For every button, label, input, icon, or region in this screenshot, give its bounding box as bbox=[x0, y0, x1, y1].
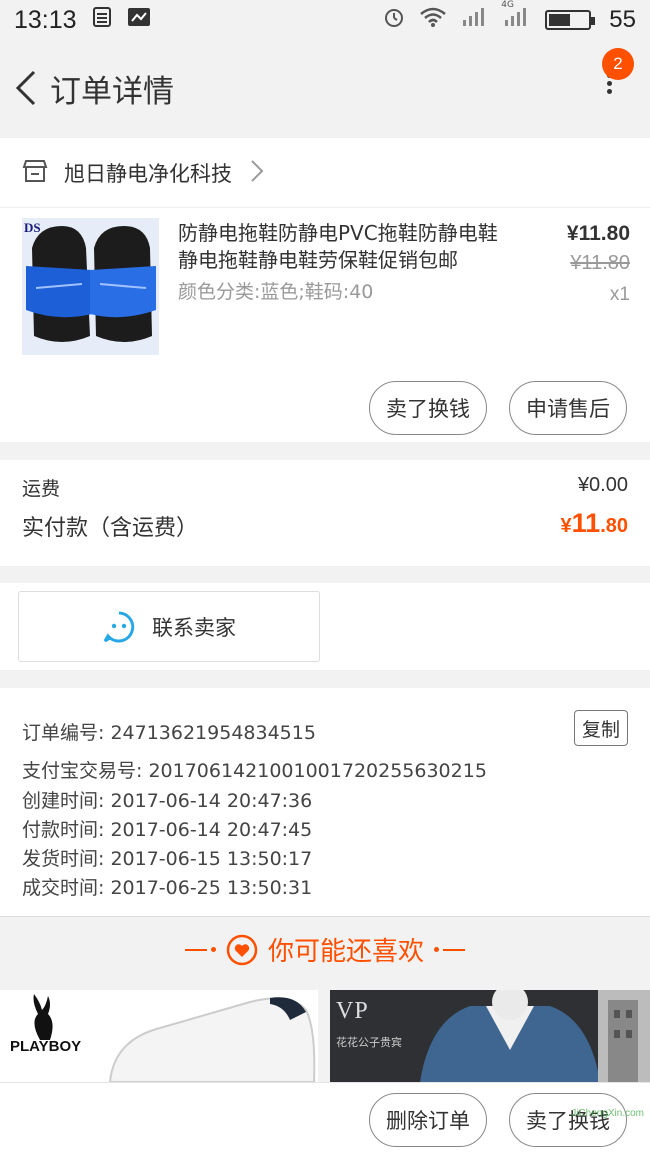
order-number: 订单编号: 24713621954834515 bbox=[22, 722, 316, 744]
fee-summary: 运费 ¥0.00 实付款（含运费） ¥11.80 bbox=[0, 460, 650, 566]
image-notification-icon bbox=[127, 6, 151, 34]
paid-label: 实付款（含运费） bbox=[22, 516, 199, 541]
denim-jacket-image bbox=[420, 990, 600, 1082]
divider-left bbox=[184, 947, 216, 952]
building-image bbox=[598, 990, 650, 1082]
status-bar: 13:13 4G 55 bbox=[0, 0, 650, 40]
nav-bar: 订单详情 2 bbox=[0, 40, 650, 136]
bottom-sell-button[interactable]: 卖了换钱 bbox=[509, 1093, 627, 1147]
chevron-right-icon bbox=[250, 159, 264, 187]
network-type: 4G bbox=[501, 0, 514, 10]
site-watermark: JiChengXin.com bbox=[571, 1108, 644, 1119]
paid-decimal: .80 bbox=[600, 515, 628, 537]
recommend-item[interactable]: PLAYBOY bbox=[0, 990, 318, 1082]
shipping-label: 运费 bbox=[22, 478, 61, 500]
sim-card-icon bbox=[91, 6, 113, 34]
recommend-title: 你可能还喜欢 bbox=[267, 937, 424, 967]
item-sku: 颜色分类:蓝色;鞋码:40 bbox=[178, 281, 374, 303]
paid-currency: ¥ bbox=[560, 515, 572, 537]
shop-row[interactable]: 旭日静电净化科技 bbox=[0, 138, 650, 208]
completed-time: 成交时间: 2017-06-25 13:50:31 bbox=[22, 877, 313, 899]
paid-time: 付款时间: 2017-06-14 20:47:45 bbox=[22, 819, 313, 841]
recommend-item[interactable]: VP 花花公子贵宾 bbox=[330, 990, 650, 1082]
sell-button[interactable]: 卖了换钱 bbox=[369, 381, 487, 435]
created-time: 创建时间: 2017-06-14 20:47:36 bbox=[22, 790, 313, 812]
more-dot-icon bbox=[606, 81, 612, 86]
item-original-price: ¥11.80 bbox=[570, 252, 630, 274]
delete-order-button[interactable]: 删除订单 bbox=[369, 1093, 487, 1147]
order-item[interactable]: DS 防静电拖鞋防静电PVC拖鞋防静电鞋静电拖鞋静电鞋劳保鞋促销包邮 颜色分类:… bbox=[0, 208, 650, 442]
after-sale-button[interactable]: 申请售后 bbox=[509, 381, 627, 435]
alarm-icon bbox=[383, 6, 405, 34]
contact-seller-button[interactable]: 联系卖家 bbox=[18, 591, 320, 662]
recommend-header: 你可能还喜欢 bbox=[0, 916, 650, 982]
signal-icon bbox=[461, 6, 489, 34]
chevron-left-icon bbox=[15, 70, 36, 106]
signal-4g-icon: 4G bbox=[501, 0, 531, 34]
brand-vp: VP bbox=[336, 998, 369, 1024]
bottom-action-bar: 删除订单 卖了换钱 bbox=[0, 1082, 650, 1155]
heart-icon bbox=[226, 934, 258, 965]
alipay-trade-number: 支付宝交易号: 2017061421001001720255630215 bbox=[22, 760, 487, 782]
chat-face-icon bbox=[103, 611, 135, 642]
contact-section: 联系卖家 bbox=[0, 583, 650, 670]
back-button[interactable] bbox=[6, 58, 46, 118]
playboy-bunny-icon bbox=[33, 994, 53, 1040]
more-dot-icon bbox=[606, 89, 612, 94]
wifi-icon bbox=[419, 6, 447, 34]
brand-playboy: PLAYBOY bbox=[10, 1038, 82, 1055]
battery-icon bbox=[545, 10, 596, 30]
notification-badge: 2 bbox=[602, 48, 634, 80]
copy-button[interactable]: 复制 bbox=[574, 710, 628, 746]
status-time: 13:13 bbox=[14, 5, 77, 34]
shipped-time: 发货时间: 2017-06-15 13:50:17 bbox=[22, 848, 313, 870]
item-price: ¥11.80 bbox=[566, 222, 630, 245]
thumb-logo: DS bbox=[24, 220, 41, 235]
divider-right bbox=[434, 947, 465, 952]
slipper-image bbox=[22, 218, 159, 355]
item-quantity: x1 bbox=[609, 284, 630, 305]
contact-seller-label: 联系卖家 bbox=[152, 615, 236, 640]
white-sneaker-image bbox=[108, 997, 316, 1082]
battery-fill bbox=[549, 14, 571, 26]
page-title: 订单详情 bbox=[50, 73, 174, 110]
shipping-value: ¥0.00 bbox=[577, 474, 628, 496]
shop-name: 旭日静电净化科技 bbox=[64, 161, 232, 186]
item-title: 防静电拖鞋防静电PVC拖鞋防静电鞋静电拖鞋静电鞋劳保鞋促销包邮 bbox=[178, 221, 498, 272]
brand-vp-subtitle: 花花公子贵宾 bbox=[336, 1036, 402, 1049]
product-thumbnail[interactable]: DS bbox=[22, 218, 159, 355]
recommend-items: PLAYBOY VP 花花公子贵宾 bbox=[0, 990, 650, 1082]
paid-amount: ¥11.80 bbox=[561, 508, 628, 539]
order-info: 复制 订单编号: 24713621954834515 支付宝交易号: 20170… bbox=[0, 688, 650, 916]
shop-icon bbox=[22, 159, 48, 187]
battery-percent: 55 bbox=[609, 6, 636, 33]
paid-integer: 11 bbox=[571, 508, 601, 538]
